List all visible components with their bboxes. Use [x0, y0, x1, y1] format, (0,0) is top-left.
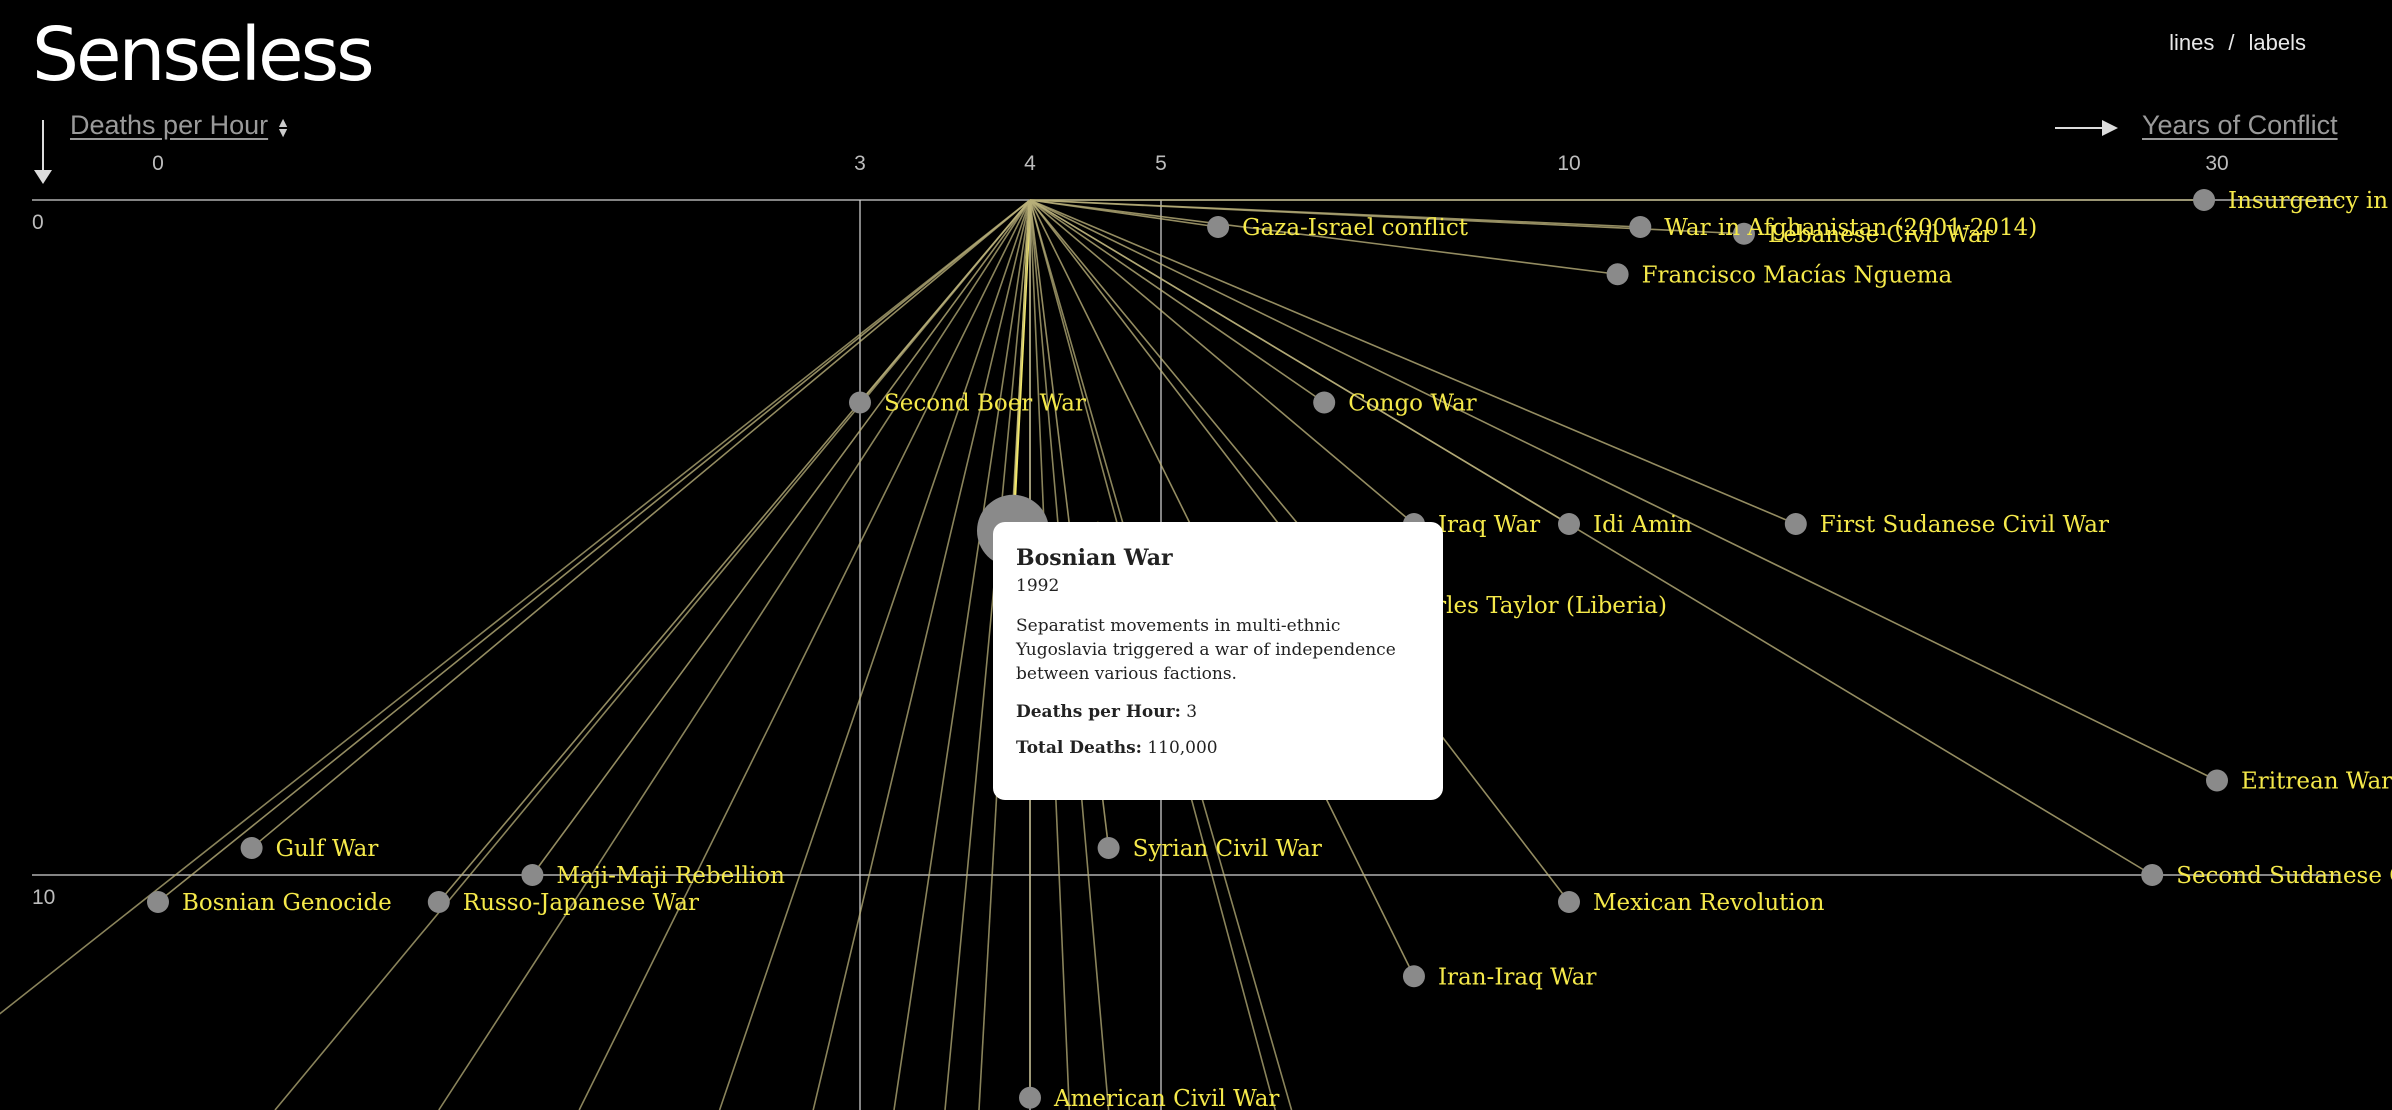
x-axis-arrowhead-icon	[2102, 120, 2118, 136]
tooltip-year: 1992	[1016, 576, 1060, 596]
x-tick-label: 10	[1557, 152, 1580, 175]
point-label: Idi Amin	[1593, 512, 1692, 538]
data-point	[1629, 216, 1652, 238]
point-label: Second Boer War	[884, 391, 1086, 417]
connector-line	[274, 199, 1031, 1110]
connector-line	[157, 199, 1031, 903]
connector-line	[1029, 199, 1415, 525]
point-label: Russo-Japanese War	[463, 890, 699, 916]
point-label: Eritrean War of Independence	[2241, 769, 2392, 795]
tooltip-deaths-per-hour: Deaths per Hour: 3	[1016, 702, 1420, 722]
y-axis-arrowhead-icon	[34, 170, 52, 184]
point-label: Insurgency in Aceh	[2228, 188, 2392, 214]
point-label: Congo War	[1348, 391, 1477, 417]
tooltip-title: Bosnian War	[1016, 545, 1173, 571]
point-label: American Civil War	[1053, 1086, 1279, 1110]
tooltip-card: Bosnian War 1992 Separatist movements in…	[993, 522, 1443, 800]
point-label: Gaza-Israel conflict	[1242, 215, 1469, 241]
x-tick-label: 4	[1024, 152, 1036, 175]
point-label: Iran-Iraq War	[1438, 964, 1597, 990]
data-point	[1097, 837, 1120, 859]
data-point	[1558, 891, 1580, 913]
x-tick-label: 0	[152, 152, 164, 175]
data-point	[1402, 965, 1425, 988]
y-tick-label: 10	[32, 886, 55, 909]
x-tick-label: 5	[1155, 152, 1167, 175]
tooltip-total-value: 110,000	[1147, 738, 1218, 758]
data-point	[849, 391, 871, 414]
data-point	[1784, 513, 1807, 535]
point-label: Lebanese Civil War	[1768, 222, 1993, 248]
data-point	[521, 864, 544, 886]
point-label: Francisco Macías Nguema	[1642, 262, 1953, 288]
point-label: Iraq War	[1438, 512, 1540, 538]
data-point	[2206, 769, 2228, 792]
data-point	[1313, 391, 1336, 414]
data-point	[2141, 864, 2164, 886]
tooltip-total-deaths: Total Deaths: 110,000	[1016, 738, 1420, 758]
connector-line	[438, 199, 1031, 1110]
data-point	[1019, 1086, 1041, 1109]
data-point	[1606, 263, 1629, 286]
tooltip-description: Separatist movements in multi-ethnic Yug…	[1016, 616, 1396, 684]
tooltip-dph-label: Deaths per Hour:	[1016, 702, 1181, 722]
data-point	[427, 891, 450, 913]
data-point	[1558, 513, 1580, 535]
point-label: Second Sudanese Civil War	[2176, 863, 2392, 889]
point-label: Mexican Revolution	[1593, 890, 1825, 916]
x-tick-label: 3	[854, 152, 866, 175]
tooltip-total-label: Total Deaths:	[1016, 738, 1142, 758]
point-label: Maji-Maji Rebellion	[556, 863, 785, 889]
data-point	[147, 891, 169, 913]
y-tick-label: 0	[32, 211, 44, 234]
point-label: First Sudanese Civil War	[1820, 512, 2109, 538]
connector-line	[251, 199, 1031, 849]
data-point	[240, 837, 263, 859]
data-point	[2193, 189, 2216, 211]
data-point	[1207, 216, 1230, 238]
connector-line	[718, 199, 1031, 1110]
point-label: Bosnian Genocide	[182, 890, 392, 916]
point-label: Gulf War	[276, 836, 379, 862]
tooltip-dph-value: 3	[1186, 702, 1198, 722]
point-label: Syrian Civil War	[1133, 836, 1322, 862]
x-tick-label: 30	[2205, 152, 2228, 175]
connector-line	[531, 199, 1031, 876]
